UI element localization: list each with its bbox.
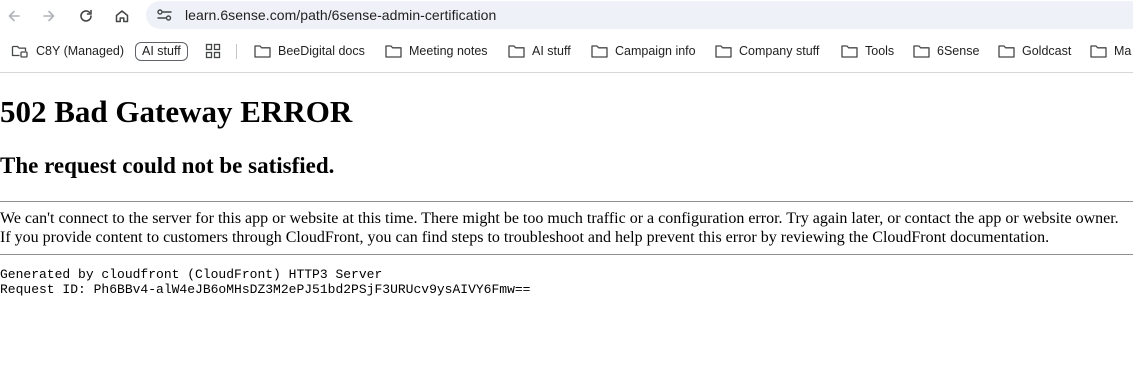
bookmarks-separator [236,44,237,59]
folder-icon [841,45,858,58]
bookmark-ai-stuff-pill[interactable]: AI stuff [135,42,188,61]
bookmark-label: 6Sense [937,44,980,58]
bookmark-label: AI stuff [532,44,571,58]
bookmark-folder-beedigital[interactable]: BeeDigital docs [254,40,365,62]
bookmark-label: Tools [865,44,895,58]
server-footer: Generated by cloudfront (CloudFront) HTT… [0,267,531,297]
folder-icon [998,45,1015,58]
site-info-icon[interactable] [156,7,173,28]
managed-folder-icon [11,45,28,58]
bookmark-folder-ai-stuff[interactable]: AI stuff [508,40,571,62]
apps-button[interactable] [205,40,228,62]
bookmarks-bar: C8Y (Managed) AI stuff BeeDigital docs M… [0,36,1133,67]
bookmark-folder-meeting-notes[interactable]: Meeting notes [385,40,488,62]
forward-arrow-icon [43,10,55,22]
reload-button[interactable] [75,5,97,27]
forward-button[interactable] [38,5,60,27]
divider [0,254,1133,255]
bookmark-label: Company stuff [739,44,820,58]
home-button[interactable] [111,5,133,27]
apps-grid-icon [205,43,221,59]
divider [0,201,1133,202]
reload-icon [80,9,92,22]
folder-icon [591,45,608,58]
request-id-text: Request ID: Ph6BBv4-alW4eJB6oMHsDZ3M2ePJ… [0,282,531,297]
folder-icon [1090,45,1107,58]
bookmark-folder-ma[interactable]: Ma [1090,40,1131,62]
error-message: We can't connect to the server for this … [0,209,1133,247]
bookmark-c8y[interactable]: C8Y (Managed) [11,40,124,62]
bookmark-folder-campaign-info[interactable]: Campaign info [591,40,696,62]
bookmark-folder-company-stuff[interactable]: Company stuff [715,40,819,62]
folder-icon [715,45,732,58]
bookmark-label: Goldcast [1022,44,1072,58]
bookmark-label: BeeDigital docs [278,44,365,58]
error-message-line: If you provide content to customers thro… [0,229,1050,246]
bookmark-folder-6sense[interactable]: 6Sense [913,40,979,62]
generated-by-text: Generated by cloudfront (CloudFront) HTT… [0,267,383,282]
address-bar[interactable]: learn.6sense.com/path/6sense-admin-certi… [146,1,1133,29]
bookmark-label: Campaign info [615,44,696,58]
url-text: learn.6sense.com/path/6sense-admin-certi… [185,7,497,23]
bookmark-folder-goldcast[interactable]: Goldcast [998,40,1071,62]
back-button[interactable] [3,5,25,27]
bookmark-label: Ma [1114,44,1132,58]
bookmark-folder-tools[interactable]: Tools [841,40,894,62]
home-icon [115,10,129,23]
back-arrow-icon [8,10,20,22]
folder-icon [385,45,402,58]
error-message-line: We can't connect to the server for this … [0,210,1119,227]
error-subheading: The request could not be satisfied. [0,153,335,178]
folder-icon [508,45,525,58]
bookmark-label: Meeting notes [409,44,488,58]
chrome-divider [0,72,1133,73]
bookmark-label: C8Y (Managed) [36,44,125,58]
address-toolbar: learn.6sense.com/path/6sense-admin-certi… [0,0,1133,31]
error-heading: 502 Bad Gateway ERROR [0,94,353,129]
folder-icon [254,45,271,58]
folder-icon [913,45,930,58]
